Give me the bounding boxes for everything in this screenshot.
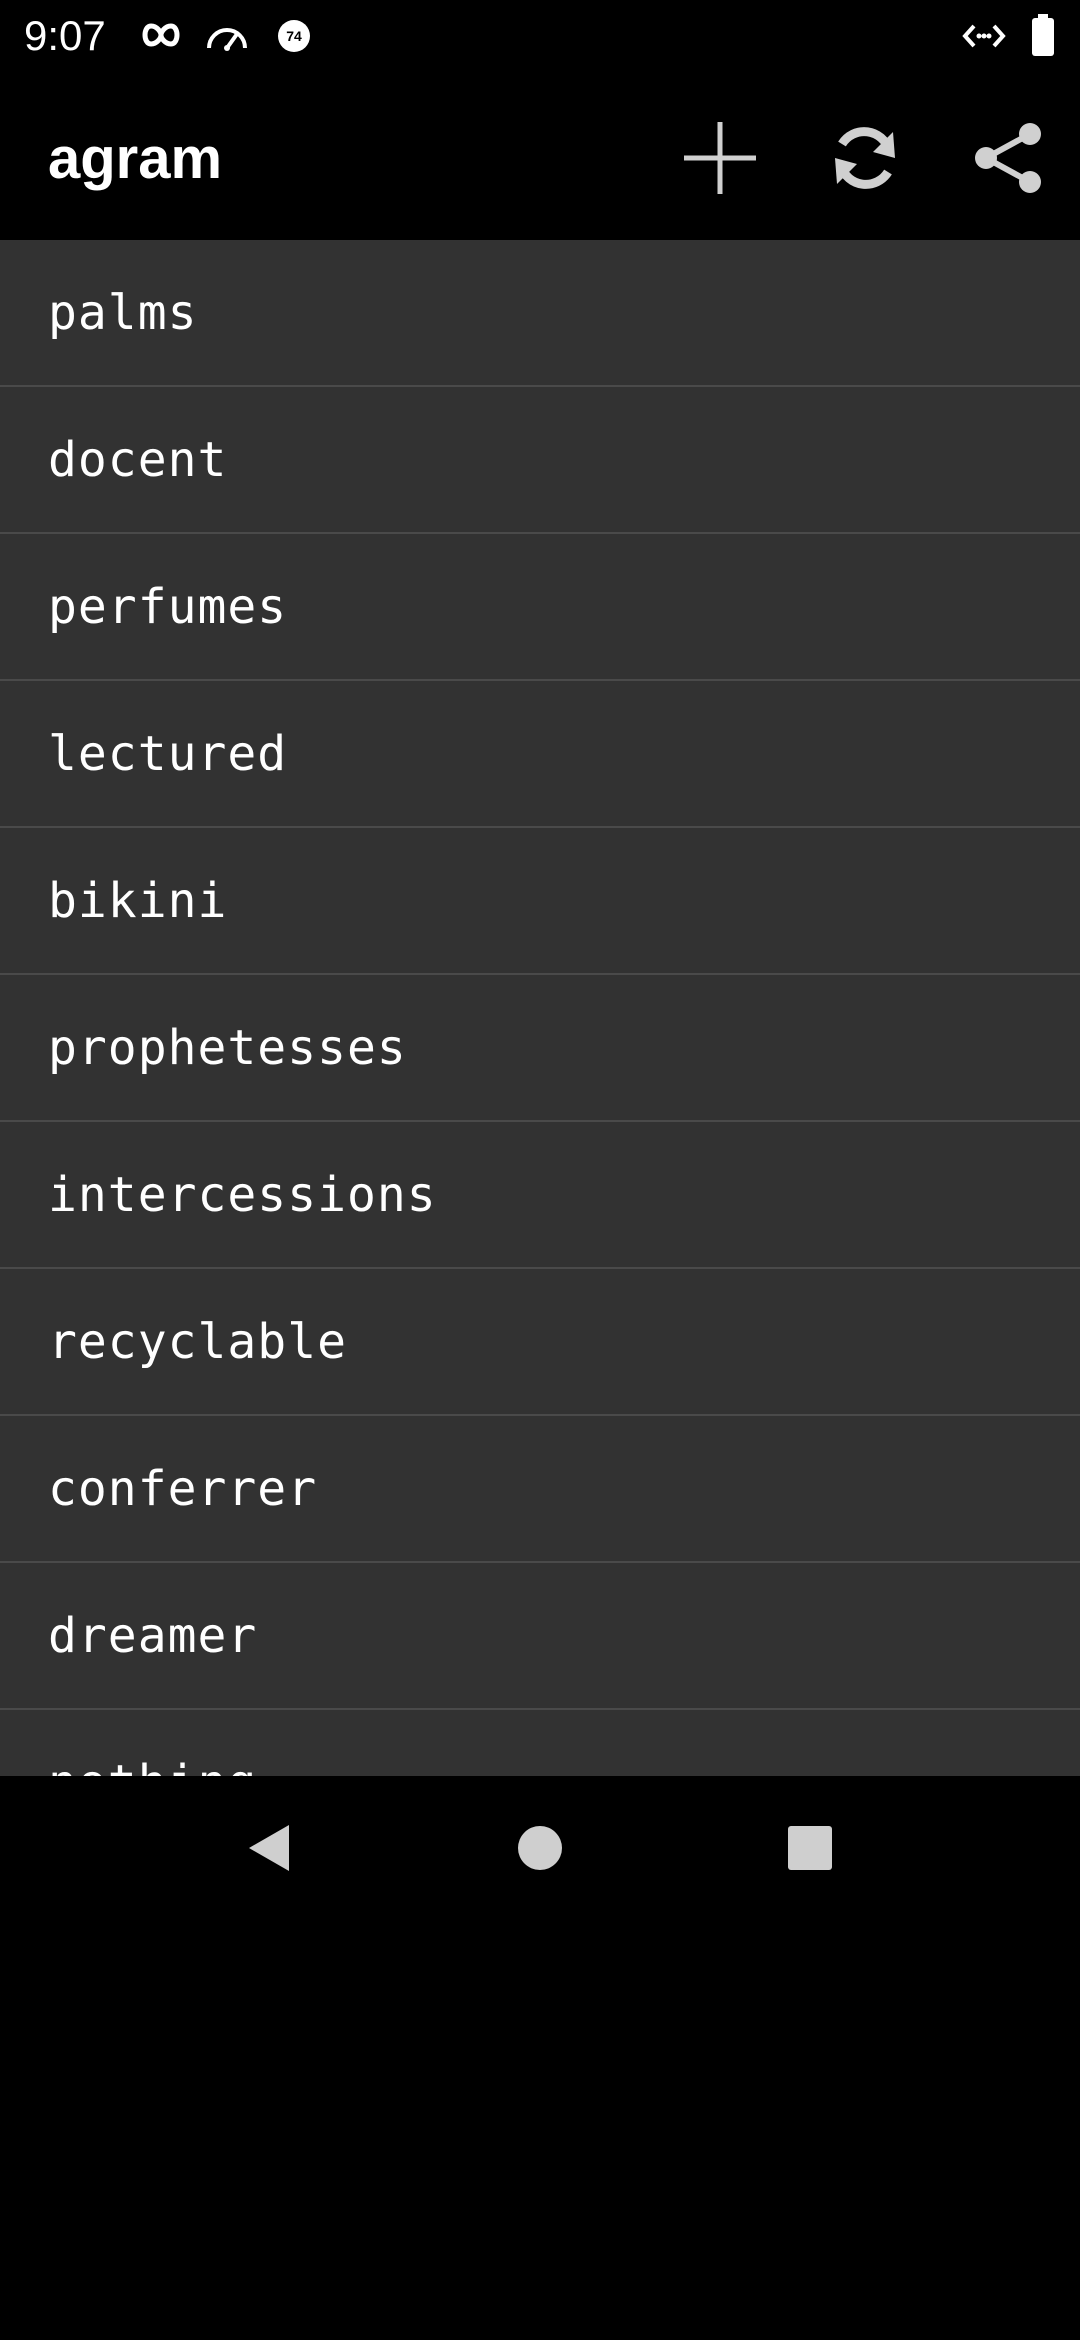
list-item[interactable]: docent xyxy=(0,387,1080,534)
list-item-label: intercessions xyxy=(48,1166,437,1223)
battery-icon xyxy=(1030,14,1056,61)
screen: 9:07 74 agram palms docent perfumes lect… xyxy=(0,0,1080,2340)
status-time: 9:07 xyxy=(24,12,106,59)
back-icon xyxy=(249,1825,289,1871)
home-button[interactable] xyxy=(490,1798,590,1898)
list-item[interactable]: prophetesses xyxy=(0,975,1080,1122)
status-bar: 9:07 74 xyxy=(0,0,1080,72)
list-item[interactable]: perfumes xyxy=(0,534,1080,681)
list-item-label: bikini xyxy=(48,872,228,929)
back-button[interactable] xyxy=(218,1798,318,1898)
badge-number: 74 xyxy=(286,28,302,44)
refresh-icon xyxy=(835,127,895,189)
list-item-label: conferrer xyxy=(48,1460,318,1517)
speedometer-icon xyxy=(204,18,250,57)
list-item-label: lectured xyxy=(48,725,288,782)
list-item-label: recyclable xyxy=(48,1313,347,1370)
list-item-label: nothing xyxy=(48,1755,257,1777)
list-item[interactable]: conferrer xyxy=(0,1416,1080,1563)
list-item-label: dreamer xyxy=(48,1607,258,1664)
list-item-label: palms xyxy=(48,284,198,341)
share-button[interactable] xyxy=(958,108,1058,208)
recents-icon xyxy=(788,1826,832,1870)
add-button[interactable] xyxy=(670,108,770,208)
add-icon xyxy=(684,122,756,194)
list-item-label: docent xyxy=(48,431,228,488)
navigation-bar xyxy=(0,1776,1080,1920)
app-bar: agram xyxy=(0,72,1080,240)
share-icon xyxy=(975,123,1041,193)
refresh-button[interactable] xyxy=(815,108,915,208)
recents-button[interactable] xyxy=(760,1798,860,1898)
app-title: agram xyxy=(48,126,223,191)
list-item-label: perfumes xyxy=(48,578,288,635)
list-item-label: prophetesses xyxy=(48,1019,407,1076)
badge-74-icon: 74 xyxy=(276,18,312,59)
code-brackets-icon xyxy=(962,20,1006,57)
list-item[interactable]: dreamer xyxy=(0,1563,1080,1710)
list-item[interactable]: recyclable xyxy=(0,1269,1080,1416)
word-list[interactable]: palms docent perfumes lectured bikini pr… xyxy=(0,240,1080,1776)
list-item[interactable]: nothing xyxy=(0,1710,1080,1777)
list-item[interactable]: lectured xyxy=(0,681,1080,828)
list-item[interactable]: bikini xyxy=(0,828,1080,975)
home-icon xyxy=(518,1826,562,1870)
list-item[interactable]: intercessions xyxy=(0,1122,1080,1269)
list-item[interactable]: palms xyxy=(0,240,1080,387)
infinity-icon xyxy=(140,20,182,55)
